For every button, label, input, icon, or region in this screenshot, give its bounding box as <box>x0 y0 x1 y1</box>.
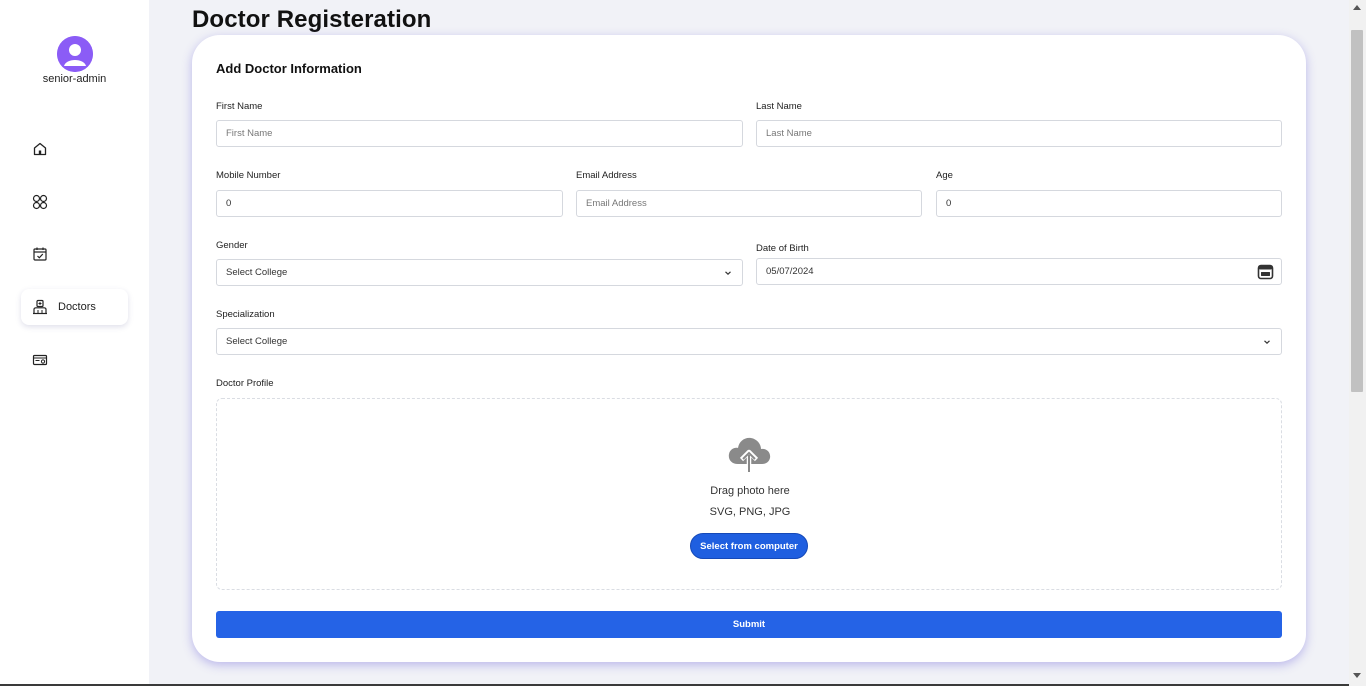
sidebar-item-dashboard[interactable] <box>21 184 128 220</box>
file-formats-text: SVG, PNG, JPG <box>709 506 791 518</box>
doctor-form-card: Add Doctor Information First Name Last N… <box>192 35 1306 662</box>
user-avatar-icon <box>57 36 93 72</box>
username: senior-admin <box>42 73 107 85</box>
sidebar-item-appointments[interactable] <box>21 236 128 272</box>
scroll-down-arrow-icon[interactable] <box>1353 673 1361 678</box>
calendar-check-icon <box>31 245 49 263</box>
email-input[interactable] <box>586 198 921 209</box>
dob-value: 05/07/2024 <box>766 266 814 277</box>
last-name-field[interactable] <box>756 120 1282 147</box>
dob-label: Date of Birth <box>756 243 809 254</box>
scroll-up-arrow-icon[interactable] <box>1353 5 1361 10</box>
email-field[interactable] <box>576 190 922 217</box>
page-title: Doctor Registeration <box>192 6 432 33</box>
gender-select[interactable]: Select College <box>216 259 743 286</box>
first-name-input[interactable] <box>226 128 742 139</box>
calendar-icon[interactable] <box>1257 263 1274 280</box>
age-input[interactable] <box>946 198 1281 209</box>
mobile-number-input[interactable] <box>226 198 562 209</box>
avatar[interactable] <box>57 36 93 72</box>
sidebar-item-doctors[interactable]: Doctors <box>21 289 128 325</box>
photo-dropzone[interactable]: Drag photo here SVG, PNG, JPG Select fro… <box>216 398 1282 590</box>
last-name-input[interactable] <box>766 128 1281 139</box>
specialization-selected-value: Select College <box>226 336 288 347</box>
first-name-field[interactable] <box>216 120 743 147</box>
mobile-number-label: Mobile Number <box>216 170 281 181</box>
drag-photo-text: Drag photo here <box>710 485 790 497</box>
doctor-icon <box>31 298 49 316</box>
dob-field[interactable]: 05/07/2024 <box>756 258 1282 285</box>
specialization-select[interactable]: Select College <box>216 328 1282 355</box>
sidebar-item-records[interactable] <box>21 342 128 378</box>
first-name-label: First Name <box>216 101 263 112</box>
specialization-label: Specialization <box>216 309 275 320</box>
chevron-down-icon <box>1264 340 1270 345</box>
submit-button[interactable]: Submit <box>216 611 1282 638</box>
doctor-profile-label: Doctor Profile <box>216 378 274 389</box>
chevron-down-icon <box>725 271 731 276</box>
grid-icon <box>31 193 49 211</box>
sidebar-item-label: Doctors <box>58 301 96 313</box>
age-field[interactable] <box>936 190 1282 217</box>
age-label: Age <box>936 170 953 181</box>
home-icon <box>31 140 49 158</box>
sidebar-item-home[interactable] <box>21 131 128 167</box>
gender-label: Gender <box>216 240 248 251</box>
id-card-icon <box>31 351 49 369</box>
page-scrollbar[interactable] <box>1349 0 1366 686</box>
mobile-number-field[interactable] <box>216 190 563 217</box>
select-from-computer-button[interactable]: Select from computer <box>690 533 808 559</box>
gender-selected-value: Select College <box>226 267 288 278</box>
scrollbar-thumb[interactable] <box>1351 30 1363 392</box>
form-title: Add Doctor Information <box>216 61 362 76</box>
email-label: Email Address <box>576 170 637 181</box>
sidebar: senior-admin Doctors <box>0 0 149 686</box>
cloud-upload-icon <box>728 437 771 472</box>
last-name-label: Last Name <box>756 101 802 112</box>
